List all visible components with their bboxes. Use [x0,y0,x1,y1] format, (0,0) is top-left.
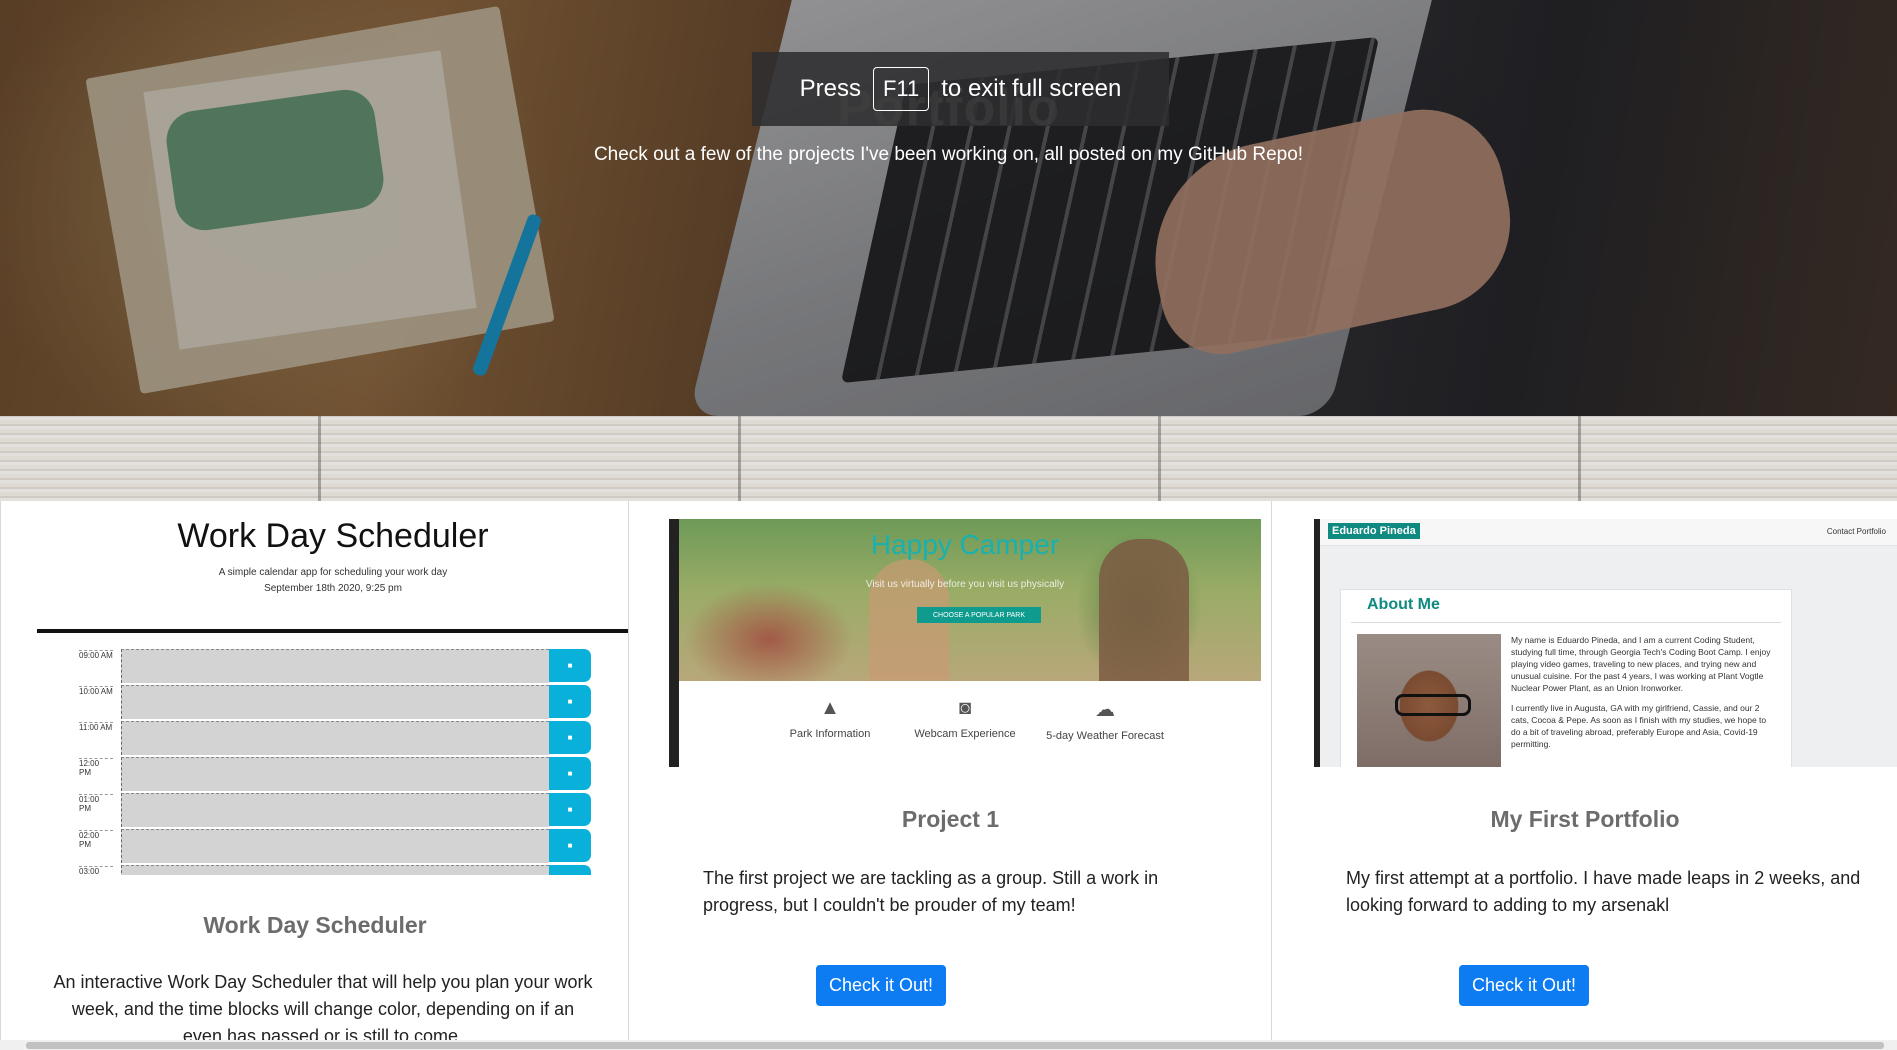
time-block-row: 09:00 AM ■ [71,649,591,684]
projects-section: Work Day Scheduler A simple calendar app… [0,501,1897,1046]
hour-label: 11:00 AM [79,722,113,732]
feature-label: 5-day Weather Forecast [1046,730,1164,742]
project-description: The first project we are tackling as a g… [703,868,1159,915]
time-block-row: 12:00 PM ■ [71,757,591,792]
about-me-paragraph: I currently live in Augusta, GA with my … [1511,703,1767,749]
hero-subtitle: Check out a few of the projects I've bee… [593,144,1304,165]
camera-icon: ◙ [958,697,972,719]
project-card-portfolio: Eduardo Pineda Contact Portfolio About M… [1271,501,1897,1044]
project-title: Work Day Scheduler [203,912,427,938]
about-me-text: My name is Eduardo Pineda, and I am a cu… [1511,634,1776,750]
save-icon: ■ [549,793,591,826]
project-description: An interactive Work Day Scheduler that w… [53,972,593,1046]
feature-weather: ☁ 5-day Weather Forecast [1045,697,1165,742]
time-block-textarea [121,757,549,791]
thumbnail-divider [37,629,629,633]
wood-texture-divider [0,416,1897,501]
thumbnail-brand: Eduardo Pineda [1328,523,1420,539]
time-block-textarea [121,685,549,719]
fullscreen-key-badge: F11 [872,67,930,111]
check-it-out-button[interactable]: Check it Out! [816,965,946,1006]
time-block-textarea [121,829,549,863]
thumbnail-heading: Work Day Scheduler [177,517,489,555]
scrollbar-thumb[interactable] [26,1042,1884,1049]
thumbnail-date: September 18th 2020, 9:25 pm [264,583,402,594]
about-me-divider [1351,622,1781,623]
fullscreen-notice-suffix: to exit full screen [941,75,1122,102]
time-block-row: 01:00 PM ■ [71,793,591,828]
save-icon: ■ [549,685,591,718]
save-icon: ■ [549,829,591,862]
time-block-textarea [121,793,549,827]
save-icon: ■ [549,649,591,682]
about-me-card: About Me My name is Eduardo Pineda, and … [1340,589,1792,767]
time-block-row: 02:00 PM ■ [71,829,591,864]
hour-label: 09:00 AM [79,650,113,660]
time-block-row: 10:00 AM ■ [71,685,591,720]
feature-webcam: ◙ Webcam Experience [900,697,1030,740]
time-block-textarea [121,649,549,683]
project-thumbnail-happy-camper[interactable]: Happy Camper Visit us virtually before y… [669,519,1261,767]
mountain-icon: ▲ [820,697,840,719]
thumbnail-lead: A simple calendar app for scheduling you… [218,567,448,578]
hour-label: 02:00 PM [79,830,113,849]
check-it-out-button[interactable]: Check it Out! [1459,965,1589,1006]
feature-park-info: ▲ Park Information [765,697,895,740]
time-block-row: 03:00 PM ■ [71,865,591,875]
choose-park-button: CHOOSE A POPULAR PARK [917,607,1041,623]
hour-label: 03:00 PM [79,866,113,875]
fullscreen-notice-prefix: Press [799,75,861,102]
horizontal-scrollbar[interactable] [0,1040,1897,1050]
time-block-list: 09:00 AM ■ 10:00 AM ■ 11:00 AM ■ 12:00 PM ■ … [71,649,591,875]
time-block-textarea [121,865,549,875]
about-me-heading: About Me [1367,596,1440,613]
hour-label: 10:00 AM [79,686,113,696]
glasses-shape [1395,694,1471,716]
time-block-textarea [121,721,549,755]
thumbnail-heading: Happy Camper [870,529,1060,560]
fullscreen-notice: Press F11 to exit full screen [752,52,1169,126]
project-title: My First Portfolio [1490,806,1680,832]
save-icon: ■ [549,865,591,875]
thumbnail-edge [1314,519,1320,767]
project-title: Project 1 [901,806,1000,832]
about-me-paragraph: My name is Eduardo Pineda, and I am a cu… [1511,635,1771,693]
hour-label: 01:00 PM [79,794,113,813]
project-description: My first attempt at a portfolio. I have … [1346,868,1861,915]
thumbnail-lead: Visit us virtually before you visit us p… [865,579,1065,590]
thumbnail-nav-links: Contact Portfolio [1826,527,1886,536]
feature-label: Webcam Experience [914,728,1016,740]
feature-label: Park Information [789,728,871,740]
cloud-icon: ☁ [1095,699,1115,721]
hero-banner: Portfolio Check out a few of the project… [0,0,1897,416]
project-card-scheduler: Work Day Scheduler A simple calendar app… [0,501,629,1046]
hour-label: 12:00 PM [79,758,113,777]
save-icon: ■ [549,721,591,754]
save-icon: ■ [549,757,591,790]
profile-photo [1357,634,1501,767]
project-thumbnail-scheduler[interactable]: Work Day Scheduler A simple calendar app… [37,513,629,875]
thumbnail-navbar: Eduardo Pineda Contact Portfolio [1320,519,1897,546]
project-card-project-1: Happy Camper Visit us virtually before y… [628,501,1272,1044]
project-thumbnail-portfolio[interactable]: Eduardo Pineda Contact Portfolio About M… [1314,519,1897,767]
time-block-row: 11:00 AM ■ [71,721,591,756]
